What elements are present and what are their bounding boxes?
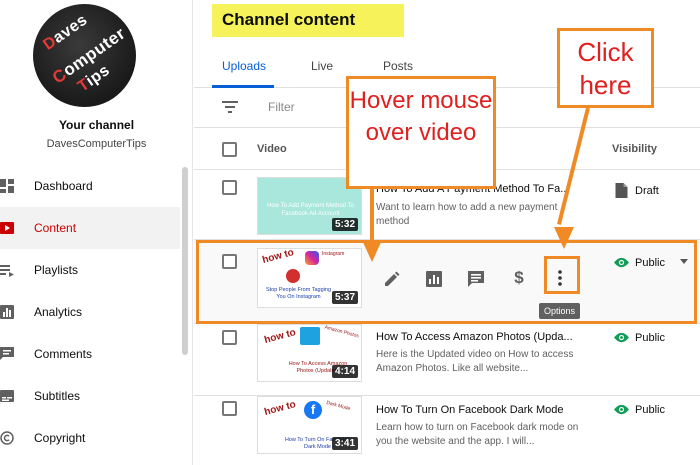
visibility-status[interactable]: Draft [614, 183, 659, 198]
hover-callout: Hover mouse over video [346, 76, 496, 189]
visibility-label: Draft [635, 184, 659, 197]
channel-logo[interactable]: Daves Computer Tips [33, 4, 136, 107]
sidebar-item-playlists[interactable]: Playlists [0, 249, 180, 291]
column-header-visibility[interactable]: Visibility [612, 143, 657, 155]
facebook-icon: f [304, 401, 322, 419]
thumbnail-tag: Amazon Photos [323, 324, 360, 340]
row-checkbox[interactable] [222, 330, 237, 345]
visibility-label: Public [635, 403, 665, 416]
options-highlight-box [544, 256, 580, 294]
channel-name: DavesComputerTips [46, 138, 147, 150]
filter-input[interactable]: Filter [268, 100, 295, 114]
video-description: Learn how to turn on Facebook dark mode … [376, 422, 579, 447]
thumbnail-text: How To Add Payment Method To Facebook Ad… [267, 203, 354, 217]
sidebar-item-analytics[interactable]: Analytics [0, 291, 180, 333]
video-duration: 4:14 [331, 365, 358, 378]
sidebar-item-label: Comments [34, 347, 93, 361]
tab-live[interactable]: Live [311, 59, 333, 73]
thumbnail-tag: Dark Mode [325, 399, 351, 413]
sidebar-item-label: Dashboard [34, 179, 93, 193]
visibility-status[interactable]: Public [614, 402, 665, 417]
public-eye-icon [614, 332, 629, 343]
sidebar-item-dashboard[interactable]: Dashboard [0, 165, 180, 207]
analytics-icon [0, 305, 34, 319]
select-all-checkbox[interactable] [222, 142, 237, 157]
sidebar: Daves Computer Tips Your channel DavesCo… [0, 0, 193, 465]
hover-arrow-head [362, 240, 382, 262]
sidebar-item-comments[interactable]: Comments [0, 333, 180, 375]
click-arrow-head [554, 227, 574, 249]
click-callout-text: Click here [577, 37, 634, 100]
draft-icon [615, 183, 628, 198]
video-description: Here is the Updated video on How to acce… [376, 349, 574, 374]
page-title: Channel content [212, 4, 404, 37]
your-channel-label: Your channel [58, 118, 135, 132]
public-eye-icon [614, 404, 629, 415]
sidebar-item-label: Copyright [34, 431, 86, 445]
video-duration: 3:41 [331, 437, 358, 450]
dashboard-icon [0, 179, 34, 193]
hover-row-highlight [196, 240, 697, 324]
sidebar-item-label: Analytics [34, 305, 83, 319]
thumbnail-how-to: how to [263, 399, 298, 418]
hover-callout-text: Hover mouse over video [349, 87, 493, 146]
hover-arrow-line [370, 189, 374, 244]
video-thumbnail[interactable]: how to f Dark Mode How To Turn On Facebo… [257, 396, 362, 454]
amazon-photos-icon [300, 327, 320, 345]
content-icon [0, 221, 34, 235]
sidebar-item-label: Content [34, 221, 77, 235]
visibility-status[interactable]: Public [614, 330, 665, 345]
comments-icon [0, 347, 34, 361]
thumbnail-how-to: how to [263, 327, 298, 346]
table-row[interactable]: how to Amazon Photos How To Access Amazo… [194, 324, 700, 396]
filter-icon[interactable] [222, 100, 238, 114]
sidebar-item-content[interactable]: Content [0, 207, 180, 249]
tab-posts[interactable]: Posts [383, 59, 413, 73]
video-thumbnail[interactable]: how to Amazon Photos How To Access Amazo… [257, 324, 362, 382]
sidebar-nav: Dashboard Content Playlists Analytics Co… [0, 165, 180, 459]
click-callout: Click here [557, 28, 654, 108]
sidebar-scrollbar[interactable] [182, 167, 188, 355]
table-row[interactable]: how to f Dark Mode How To Turn On Facebo… [194, 396, 700, 465]
video-title[interactable]: How To Access Amazon Photos (Upda... [376, 331, 586, 343]
copyright-icon [0, 431, 34, 445]
subtitles-icon [0, 389, 34, 403]
sidebar-item-copyright[interactable]: Copyright [0, 417, 180, 459]
video-duration: 5:32 [331, 218, 358, 231]
sidebar-item-label: Playlists [34, 263, 79, 277]
tab-uploads[interactable]: Uploads [222, 59, 266, 73]
sidebar-item-subtitles[interactable]: Subtitles [0, 375, 180, 417]
row-checkbox[interactable] [222, 401, 237, 416]
column-header-video: Video [257, 143, 287, 155]
visibility-label: Public [635, 331, 665, 344]
video-description: Want to learn how to add a new payment m… [376, 202, 558, 227]
sidebar-item-label: Subtitles [34, 389, 81, 403]
row-checkbox[interactable] [222, 180, 237, 195]
video-title[interactable]: How To Turn On Facebook Dark Mode [376, 404, 586, 416]
playlists-icon [0, 263, 34, 277]
